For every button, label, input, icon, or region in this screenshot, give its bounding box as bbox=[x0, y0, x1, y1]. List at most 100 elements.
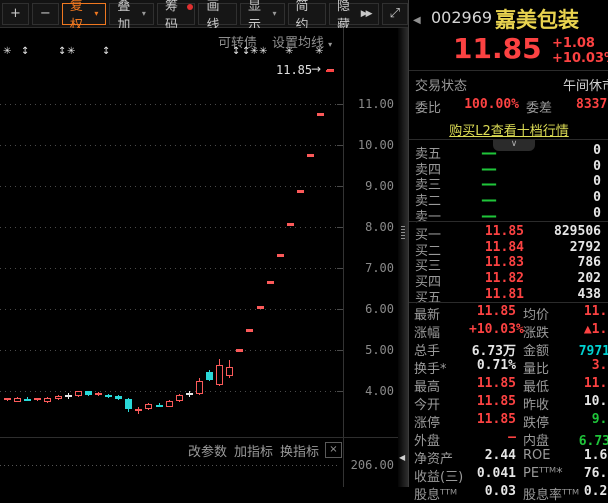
buy-l2-link[interactable]: 购买L2查看十档行情 bbox=[409, 120, 608, 139]
zoom-in-button[interactable]: + bbox=[2, 3, 29, 25]
stat-label: 跌停 bbox=[523, 412, 549, 431]
limit-up-board-candle bbox=[317, 113, 324, 116]
sell-queue-row[interactable]: 卖四—0 bbox=[409, 159, 608, 175]
sell-queue-row[interactable]: 卖五—0 bbox=[409, 143, 608, 159]
candle-body bbox=[216, 365, 223, 385]
candle-body bbox=[156, 405, 163, 407]
draw-line-button[interactable]: 画线 bbox=[198, 3, 237, 25]
stat-label: 外盘 bbox=[414, 430, 440, 449]
zoom-out-button[interactable]: − bbox=[32, 3, 59, 25]
chevron-down-icon: ▾ bbox=[142, 9, 146, 18]
chevron-down-icon: ▾ bbox=[94, 9, 98, 18]
price-axis-label: 11.00 bbox=[342, 97, 394, 111]
sell-queue-row[interactable]: 卖一—0 bbox=[409, 206, 608, 222]
splitter-grip-icon[interactable] bbox=[401, 226, 405, 240]
last-price: 11.85 bbox=[453, 32, 542, 65]
chevron-down-icon: ▾ bbox=[328, 40, 332, 49]
chips-button[interactable]: 筹码 bbox=[157, 3, 196, 25]
queue-price: 11.82 bbox=[454, 271, 524, 286]
buy-queue-row[interactable]: 买三11.83786 bbox=[409, 255, 608, 271]
gridline bbox=[0, 227, 336, 228]
stat-label: ROE bbox=[523, 448, 550, 463]
buy-queue-row[interactable]: 买一11.85829506 bbox=[409, 224, 608, 240]
candle-body bbox=[166, 401, 173, 407]
stats-row: 最高11.85最低11.85 bbox=[409, 376, 608, 394]
gridline bbox=[0, 186, 336, 187]
updown-arrow-marker-icon: ↕ bbox=[232, 46, 240, 57]
candle-body bbox=[206, 372, 213, 380]
price-change-block: +1.08 +10.03% bbox=[552, 36, 608, 66]
adjust-price-dropdown[interactable]: 复权▾ bbox=[62, 3, 107, 25]
queue-price: 11.83 bbox=[454, 255, 524, 270]
stat-value: 3.02 bbox=[561, 358, 608, 373]
stat-value: 76.44 bbox=[561, 466, 608, 481]
buy-queue-row[interactable]: 买二11.842792 bbox=[409, 240, 608, 256]
candlestick-chart[interactable]: 可转债 设置均线 ▾ 11.0010.009.008.007.006.005.0… bbox=[0, 28, 398, 487]
stat-label: 总手 bbox=[414, 340, 440, 359]
panel-collapse-icon[interactable]: ◀ bbox=[413, 15, 421, 26]
weicha-value: 833724 bbox=[559, 97, 608, 112]
close-indicator-icon[interactable]: × bbox=[325, 442, 342, 458]
candle-body bbox=[115, 396, 122, 399]
hide-toolbar-button[interactable]: 隐藏▶▶ bbox=[329, 3, 379, 25]
price-axis-label: 6.00 bbox=[342, 302, 394, 316]
sell-queue-row[interactable]: 卖二—0 bbox=[409, 190, 608, 206]
event-star-marker-icon: ✳ bbox=[259, 46, 267, 57]
edit-params-link[interactable]: 改参数 bbox=[188, 441, 227, 460]
queue-volume: 202 bbox=[529, 271, 601, 286]
candle-body bbox=[105, 395, 112, 397]
event-star-marker-icon: ✳ bbox=[3, 46, 11, 57]
stat-label: PEᵀᵀᴹ* bbox=[523, 466, 563, 481]
stat-value: 2.44 bbox=[469, 448, 516, 463]
price-change-pct: +10.03% bbox=[552, 51, 608, 66]
panel-splitter[interactable]: ◀ bbox=[398, 28, 408, 487]
divider bbox=[409, 70, 608, 71]
display-dropdown[interactable]: 显示▾ bbox=[240, 3, 285, 25]
fullscreen-button[interactable]: ⤢ bbox=[382, 3, 408, 25]
chevron-down-icon: ▾ bbox=[272, 9, 276, 18]
stat-label: 今开 bbox=[414, 394, 440, 413]
splitter-collapse-icon[interactable]: ◀ bbox=[399, 453, 405, 462]
stock-name: 嘉美包装 bbox=[495, 4, 579, 34]
updown-arrow-marker-icon: ↕ bbox=[102, 46, 110, 57]
sell-queue-row[interactable]: 卖三—0 bbox=[409, 174, 608, 190]
quote-panel: ◀ 002969 嘉美包装 11.85 +1.08 +10.03% 交易状态 午… bbox=[408, 0, 608, 487]
stat-value: 11.85 bbox=[561, 304, 608, 319]
price-axis-label: 9.00 bbox=[342, 179, 394, 193]
simple-mode-button[interactable]: 简约 bbox=[288, 3, 327, 25]
stats-row: 收益(三)0.041PEᵀᵀᴹ*76.44 bbox=[409, 466, 608, 484]
price-axis-label: 8.00 bbox=[342, 220, 394, 234]
stat-label: 收益(三) bbox=[414, 466, 463, 485]
stock-code: 002969 bbox=[431, 8, 492, 27]
gridline bbox=[0, 350, 336, 351]
divider bbox=[409, 221, 608, 222]
event-star-marker-icon: ✳ bbox=[315, 46, 323, 57]
stats-row: 净资产2.44ROE1.62% bbox=[409, 448, 608, 466]
last-price-dash bbox=[326, 70, 334, 72]
weibi-label: 委比 bbox=[415, 97, 441, 116]
queue-price: 11.84 bbox=[454, 240, 524, 255]
candle-body bbox=[135, 409, 142, 411]
updown-arrow-marker-icon: ↕ bbox=[58, 46, 66, 57]
buy-queue-row[interactable]: 买四11.82202 bbox=[409, 271, 608, 287]
gridline bbox=[0, 391, 336, 392]
stat-value: 7971万 bbox=[561, 340, 608, 359]
buy-queue-row[interactable]: 买五11.81438 bbox=[409, 287, 608, 303]
limit-up-board-candle bbox=[257, 306, 264, 309]
queue-volume: 0 bbox=[529, 190, 601, 205]
stat-label: 净资产 bbox=[414, 448, 453, 467]
updown-arrow-marker-icon: ↕ bbox=[21, 46, 29, 57]
candle-body bbox=[44, 398, 51, 402]
stat-label: 涨幅 bbox=[414, 322, 440, 341]
trade-status-row: 交易状态 午间休市 bbox=[409, 75, 608, 93]
limit-up-board-candle bbox=[246, 329, 253, 332]
overlay-dropdown[interactable]: 叠加▾ bbox=[109, 3, 154, 25]
switch-indicator-link[interactable]: 换指标 bbox=[280, 441, 319, 460]
add-indicator-link[interactable]: 加指标 bbox=[234, 441, 273, 460]
limit-up-board-candle bbox=[267, 281, 274, 284]
limit-up-board-candle bbox=[236, 349, 243, 352]
event-star-marker-icon: ✳ bbox=[250, 46, 258, 57]
queue-price: 11.85 bbox=[454, 224, 524, 239]
stat-label: 均价 bbox=[523, 304, 549, 323]
stat-value: 11.85 bbox=[561, 376, 608, 391]
